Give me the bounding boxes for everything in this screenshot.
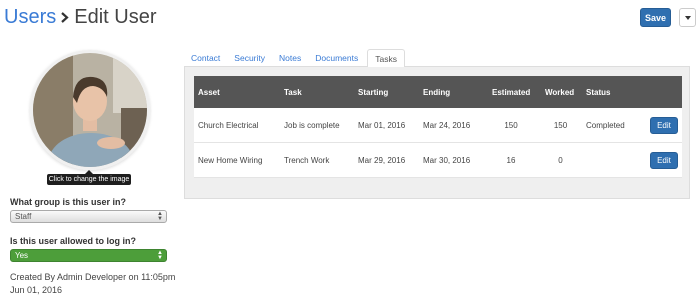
header-starting: Starting xyxy=(358,87,389,97)
group-question-label: What group is this user in? xyxy=(10,197,127,207)
more-actions-button[interactable] xyxy=(679,8,696,27)
chevron-right-icon xyxy=(56,4,74,30)
table-row: New Home Wiring Trench Work Mar 29, 2016… xyxy=(194,143,682,178)
created-by-text: Created By Admin Developer on 11:05pm xyxy=(10,272,176,282)
table-row: Church Electrical Job is complete Mar 01… xyxy=(194,108,682,143)
page-title: Edit User xyxy=(74,6,157,28)
header-ending: Ending xyxy=(423,87,451,97)
created-date-text: Jun 01, 2016 xyxy=(10,285,63,295)
login-select[interactable]: Yes ▲ ▼ xyxy=(10,249,167,262)
cell-estimated: 16 xyxy=(506,155,516,165)
edit-user-page: Users Edit User Save Click to change the… xyxy=(0,0,700,308)
group-select-value: Staff xyxy=(15,212,32,221)
header-estimated: Estimated xyxy=(492,87,531,97)
header-task: Task xyxy=(284,87,302,97)
cell-ending: Mar 24, 2016 xyxy=(423,120,471,130)
cell-worked: 150 xyxy=(553,120,568,130)
login-select-value: Yes xyxy=(15,251,29,260)
group-select[interactable]: Staff ▲ ▼ xyxy=(10,210,167,223)
caret-down-icon xyxy=(684,15,691,20)
cell-asset: Church Electrical xyxy=(198,120,259,130)
header-asset: Asset xyxy=(198,87,220,97)
avatar[interactable] xyxy=(30,50,150,170)
tasks-table: Asset Task Starting Ending Estimated Wor… xyxy=(194,76,682,178)
user-tabs: Contact Security Notes Documents Tasks xyxy=(184,49,690,68)
cell-worked: 0 xyxy=(558,155,563,165)
save-button[interactable]: Save xyxy=(640,8,671,27)
cell-status: Completed xyxy=(586,120,625,130)
tab-notes[interactable]: Notes xyxy=(272,49,308,67)
edit-task-button[interactable]: Edit xyxy=(650,152,678,169)
select-arrows-icon: ▲ ▼ xyxy=(157,250,163,261)
cell-task: Job is complete xyxy=(284,120,340,130)
tasks-panel: Asset Task Starting Ending Estimated Wor… xyxy=(184,67,690,199)
tab-documents[interactable]: Documents xyxy=(308,49,365,67)
breadcrumb: Users Edit User xyxy=(4,4,156,30)
cell-ending: Mar 30, 2016 xyxy=(423,155,471,165)
edit-task-button[interactable]: Edit xyxy=(650,117,678,134)
tab-contact[interactable]: Contact xyxy=(184,49,227,67)
breadcrumb-users-link[interactable]: Users xyxy=(4,4,56,30)
cell-starting: Mar 01, 2016 xyxy=(358,120,406,130)
login-question-label: Is this user allowed to log in? xyxy=(10,236,137,246)
tab-tasks[interactable]: Tasks xyxy=(367,49,405,68)
header-status: Status xyxy=(586,87,611,97)
cell-task: Trench Work xyxy=(284,155,330,165)
change-image-tooltip: Click to change the image xyxy=(47,170,131,185)
cell-starting: Mar 29, 2016 xyxy=(358,155,406,165)
select-arrows-icon: ▲ ▼ xyxy=(157,211,163,222)
cell-estimated: 150 xyxy=(504,120,518,130)
table-header-row: Asset Task Starting Ending Estimated Wor… xyxy=(194,76,682,108)
tab-security[interactable]: Security xyxy=(227,49,272,67)
header-worked: Worked xyxy=(545,87,575,97)
cell-asset: New Home Wiring xyxy=(198,155,263,165)
